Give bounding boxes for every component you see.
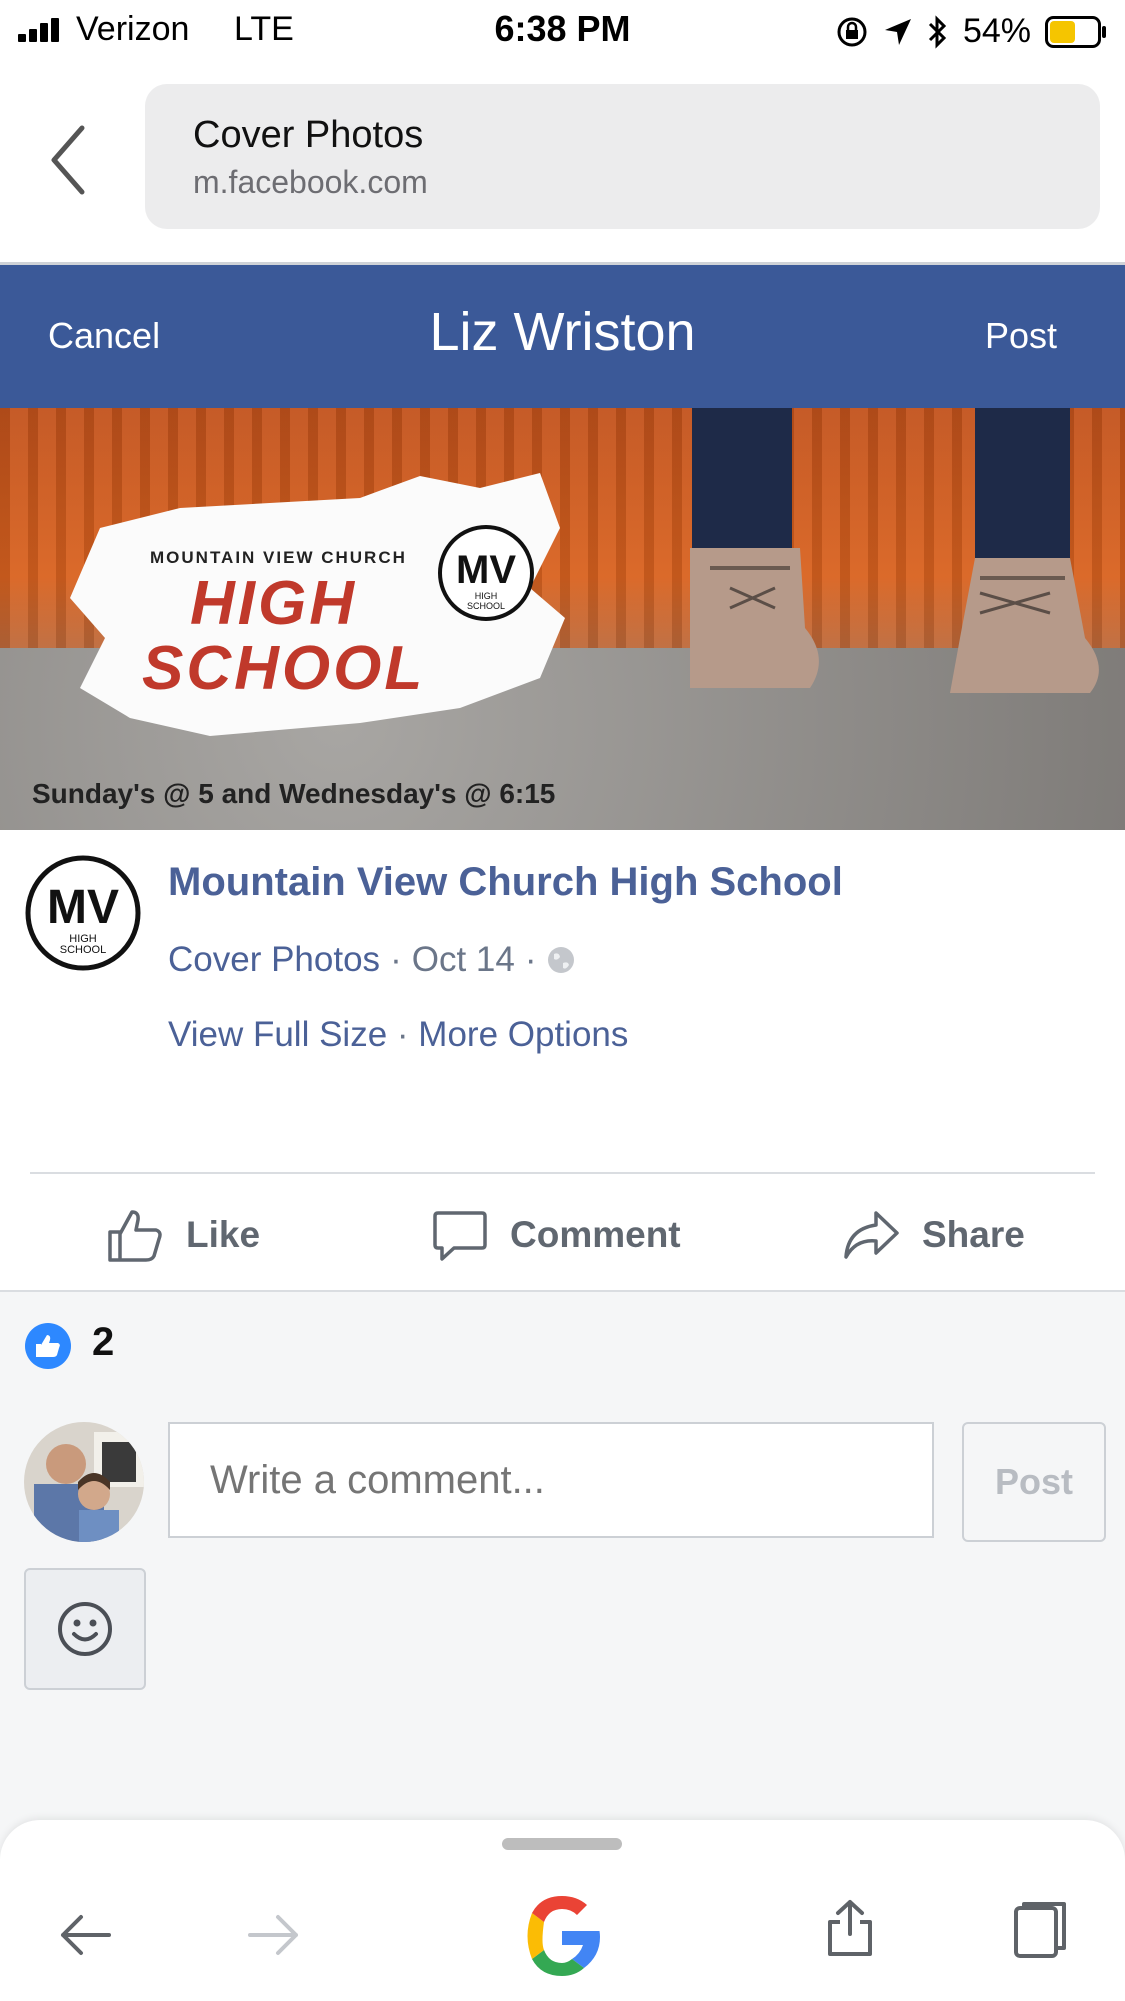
mv-logo-sub2: SCHOOL: [467, 601, 505, 611]
thumbs-up-icon: [108, 1210, 162, 1262]
comment-label: Comment: [510, 1214, 681, 1255]
like-button[interactable]: Like: [106, 1180, 260, 1290]
church-name-text: MOUNTAIN VIEW CHURCH: [150, 548, 407, 567]
avatar-initials: MV: [47, 881, 119, 934]
high-text: HIGH: [190, 569, 357, 638]
reactions-bar[interactable]: 2: [0, 1290, 1125, 1400]
comment-post-button[interactable]: Post: [962, 1422, 1106, 1542]
url-domain: m.facebook.com: [193, 164, 428, 200]
link-separator: ·: [396, 1015, 409, 1054]
comment-bubble-icon: [433, 1211, 487, 1261]
comment-input[interactable]: [168, 1422, 934, 1538]
globe-icon: [548, 947, 575, 973]
comment-button[interactable]: Comment: [432, 1180, 681, 1290]
facebook-nav-bar: Cancel Liz Wriston Post: [0, 265, 1125, 408]
cover-caption: Sunday's @ 5 and Wednesday's @ 6:15: [32, 778, 556, 809]
action-bar: Like Comment Share: [0, 1180, 1125, 1290]
more-options-link[interactable]: More Options: [418, 1015, 628, 1054]
back-arrow-icon[interactable]: [55, 1905, 115, 1965]
school-text: SCHOOL: [142, 634, 426, 703]
drag-handle[interactable]: [502, 1838, 622, 1850]
mv-logo-cover: MV HIGH SCHOOL: [438, 525, 534, 621]
status-bar: Verizon LTE 6:38 PM 54%: [0, 0, 1125, 62]
post-date[interactable]: Oct 14: [412, 940, 515, 980]
boots-illustration: [690, 408, 1099, 693]
like-count: 2: [92, 1320, 115, 1364]
emoji-button[interactable]: [24, 1568, 146, 1690]
status-right-icons: 54%: [835, 12, 1107, 51]
rotation-lock-icon: [837, 17, 867, 46]
share-label: Share: [922, 1214, 1025, 1255]
divider: [30, 1172, 1095, 1174]
tabs-icon[interactable]: [1010, 1900, 1070, 1960]
share-arrow-icon: [844, 1211, 899, 1259]
smiley-icon: [58, 1602, 112, 1656]
post-meta: Cover Photos · Oct 14 ·: [168, 940, 576, 980]
url-bar[interactable]: Cover Photos m.facebook.com: [145, 84, 1100, 229]
battery-percent: 54%: [962, 12, 1031, 50]
photo-links: View Full Size · More Options: [168, 1015, 628, 1055]
view-full-size-link[interactable]: View Full Size: [168, 1015, 387, 1054]
browser-bottom-toolbar: [0, 1820, 1125, 2001]
share-button[interactable]: Share: [842, 1180, 1025, 1290]
nav-post-button[interactable]: Post: [985, 315, 1057, 357]
nav-title: Liz Wriston: [429, 302, 696, 362]
bluetooth-icon: [928, 14, 947, 49]
mv-logo-initials: MV: [456, 548, 516, 592]
location-icon: [884, 18, 911, 45]
battery-icon: [1045, 15, 1106, 48]
mv-logo-sub1: HIGH: [475, 591, 498, 601]
page-name-link[interactable]: Mountain View Church High School: [168, 860, 843, 905]
meta-separator: ·: [390, 940, 402, 979]
google-logo-icon[interactable]: [516, 1890, 608, 1982]
user-avatar: [24, 1422, 144, 1542]
cover-photo[interactable]: MOUNTAIN VIEW CHURCH HIGH SCHOOL MV HIGH…: [0, 408, 1125, 830]
share-icon[interactable]: [820, 1898, 880, 1958]
like-reaction-icon: [25, 1323, 71, 1369]
comment-composer: Post: [0, 1398, 1125, 1708]
page-avatar[interactable]: MV HIGH SCHOOL: [24, 854, 142, 972]
like-label: Like: [186, 1214, 261, 1255]
forward-arrow-icon[interactable]: [244, 1905, 304, 1965]
album-link[interactable]: Cover Photos: [168, 940, 380, 980]
back-chevron-icon[interactable]: [44, 120, 94, 200]
meta-separator: ·: [524, 940, 537, 979]
avatar-sub2: SCHOOL: [60, 944, 106, 956]
page-title: Cover Photos: [193, 114, 424, 156]
browser-header: Cover Photos m.facebook.com: [0, 62, 1125, 265]
